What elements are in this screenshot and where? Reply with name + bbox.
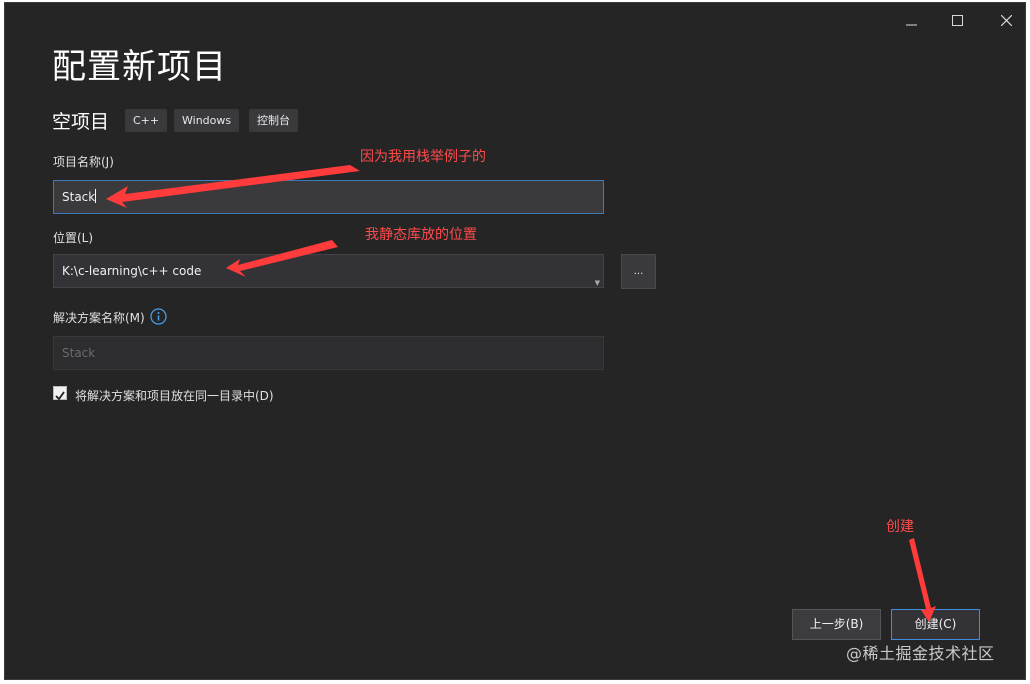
arrow-to-create-button <box>909 538 936 622</box>
arrow-to-location <box>226 240 338 277</box>
watermark: @稀土掘金技术社区 <box>846 644 995 663</box>
annotation-arrows <box>106 165 936 622</box>
arrow-to-project-name <box>106 165 360 208</box>
